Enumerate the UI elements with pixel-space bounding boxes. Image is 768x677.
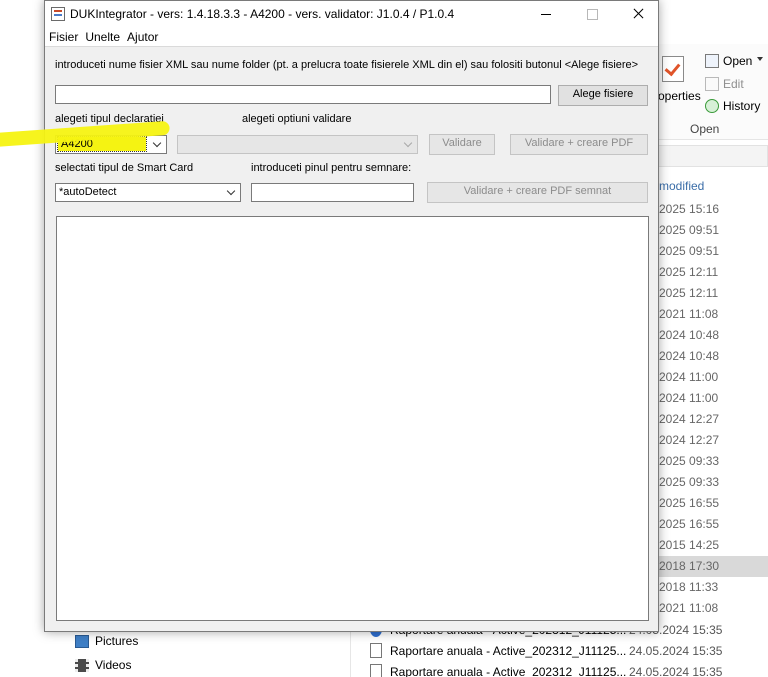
date-list: 2025 15:16 2025 09:51 2025 09:51 2025 12:11… (658, 199, 768, 619)
choose-files-button[interactable]: Alege fisiere (558, 85, 648, 106)
videos-icon (75, 658, 89, 672)
nav-label: Videos (95, 658, 132, 672)
close-icon[interactable] (615, 1, 661, 27)
edit-label: Edit (723, 77, 744, 91)
window-title: DUKIntegrator - vers: 1.4.18.3.3 - A4200… (70, 7, 455, 21)
date-cell: 2024 10:48 (659, 349, 720, 363)
menu-ajutor[interactable]: Ajutor (123, 27, 161, 46)
properties-icon[interactable] (662, 56, 684, 82)
edit-command[interactable]: Edit (705, 77, 744, 91)
date-cell: 2024 10:48 (659, 328, 720, 342)
date-cell: 2025 09:51 (659, 244, 720, 258)
date-cell: 2025 12:11 (659, 265, 719, 279)
smart-card-label: selectati tipul de Smart Card (55, 162, 194, 174)
file-name: Raportare anuala - Active_202312_J11125.… (390, 643, 627, 658)
date-cell: 2024 11:00 (659, 370, 719, 384)
edit-icon (705, 77, 719, 91)
history-label: History (723, 99, 761, 113)
date-cell: 2025 09:33 (659, 475, 720, 489)
date-cell: 2024 12:27 (659, 433, 720, 447)
date-modified-header[interactable]: modified (659, 179, 704, 193)
properties-label[interactable]: operties (658, 89, 701, 103)
file-date: 24.05.2024 15:35 (629, 643, 723, 658)
xml-file-input[interactable] (55, 85, 551, 104)
search-box[interactable] (658, 145, 768, 167)
menu-unelte[interactable]: Unelte (81, 27, 123, 46)
date-cell: 2024 11:00 (659, 391, 719, 405)
date-cell: 2025 09:33 (659, 454, 720, 468)
pin-input[interactable] (251, 183, 414, 202)
file-date: 24.05.2024 15:35 (629, 664, 723, 677)
pin-label: introduceti pinul pentru semnare: (251, 162, 412, 174)
open-icon (705, 54, 719, 68)
date-cell: 2015 14:25 (659, 538, 720, 552)
nav-label: Pictures (95, 634, 139, 648)
nav-item-pictures[interactable]: Pictures (75, 634, 138, 648)
ribbon-group-label: Open (690, 122, 720, 136)
menu-bar: Fisier Unelte Ajutor (45, 27, 658, 47)
file-row[interactable]: Raportare anuala - Active_202312_J11125.… (370, 664, 768, 677)
file-row[interactable]: Raportare anuala - Active_202312_J11125.… (370, 643, 768, 658)
output-log-area[interactable] (56, 216, 649, 621)
date-cell: 2025 16:55 (659, 496, 720, 510)
open-command[interactable]: Open (705, 54, 752, 68)
date-cell: 2021 11:08 (659, 601, 719, 615)
instruction-text: introduceti nume fisier XML sau nume fol… (55, 59, 639, 71)
dukintegrator-window: DUKIntegrator - vers: 1.4.18.3.3 - A4200… (44, 0, 659, 632)
date-cell: 2025 12:11 (659, 286, 719, 300)
title-bar[interactable]: DUKIntegrator - vers: 1.4.18.3.3 - A4200… (45, 1, 658, 27)
history-command[interactable]: History (705, 99, 760, 113)
date-cell: 2018 11:33 (659, 580, 719, 594)
chevron-down-icon (226, 186, 236, 196)
smart-card-select[interactable]: *autoDetect (55, 183, 241, 202)
minimize-icon[interactable] (523, 1, 569, 27)
validate-create-pdf-button[interactable]: Validare + creare PDF (510, 134, 648, 155)
file-name: Raportare anuala - Active_202312_J11125.… (390, 664, 627, 677)
validate-create-signed-pdf-button[interactable]: Validare + creare PDF semnat (427, 182, 648, 203)
pane-divider (350, 632, 351, 677)
date-cell: 2018 17:30 (658, 556, 768, 577)
smart-card-value: *autoDetect (59, 186, 117, 198)
validate-button[interactable]: Validare (429, 134, 495, 155)
validation-options-label: alegeti optiuni validare (242, 113, 352, 125)
date-cell: 2025 16:55 (659, 517, 720, 531)
date-cell: 2021 11:08 (659, 307, 719, 321)
maximize-icon[interactable] (569, 1, 615, 27)
document-icon (370, 643, 382, 658)
chevron-down-icon (403, 138, 413, 148)
open-label: Open (723, 54, 753, 68)
validation-options-select[interactable] (177, 135, 418, 154)
menu-fisier[interactable]: Fisier (45, 27, 81, 46)
chevron-down-icon[interactable] (757, 57, 763, 61)
date-cell: 2025 15:16 (659, 202, 720, 216)
document-icon (370, 664, 382, 677)
date-cell: 2025 09:51 (659, 223, 720, 237)
nav-item-videos[interactable]: Videos (75, 658, 131, 672)
app-icon (51, 7, 65, 21)
history-icon (705, 99, 719, 113)
pictures-icon (75, 634, 89, 648)
chevron-down-icon (152, 138, 162, 148)
date-cell: 2024 12:27 (659, 412, 720, 426)
